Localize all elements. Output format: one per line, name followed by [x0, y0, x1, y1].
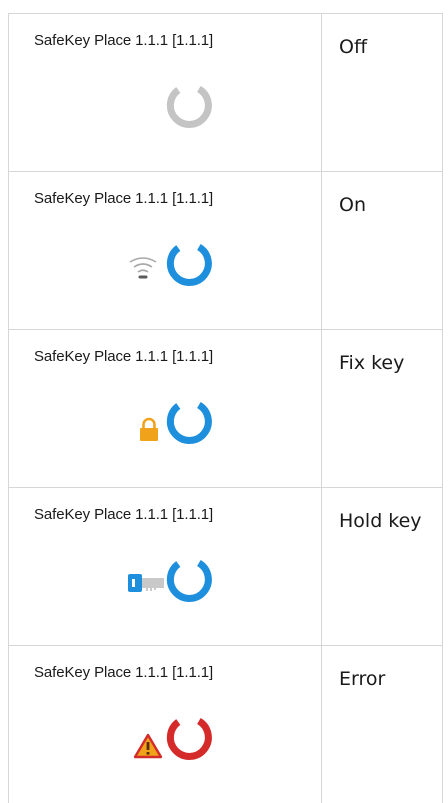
wifi-icon: [127, 250, 159, 284]
state-label: On: [339, 194, 366, 216]
state-label: Off: [339, 36, 367, 58]
state-table: SafeKey Place 1.1.1 [1.1.1] Off SafeKey …: [8, 13, 443, 803]
state-cell: Hold key: [322, 488, 443, 646]
ring-holdkey-icon: [164, 555, 214, 605]
device-icon-cell: SafeKey Place 1.1.1 [1.1.1]: [9, 172, 322, 330]
device-icon-cell: SafeKey Place 1.1.1 [1.1.1]: [9, 14, 322, 172]
ring-off-icon: [164, 81, 214, 131]
state-label: Fix key: [339, 352, 404, 374]
table-row: SafeKey Place 1.1.1 [1.1.1] Fix key: [9, 330, 443, 488]
warning-icon: [133, 733, 163, 759]
device-label: SafeKey Place 1.1.1 [1.1.1]: [34, 32, 213, 49]
key-icon: [127, 573, 165, 593]
device-label: SafeKey Place 1.1.1 [1.1.1]: [34, 348, 213, 365]
device-icon-cell: SafeKey Place 1.1.1 [1.1.1]: [9, 488, 322, 646]
ring-error-icon: [164, 713, 214, 763]
state-label: Error: [339, 668, 385, 690]
table-row: SafeKey Place 1.1.1 [1.1.1] Off: [9, 14, 443, 172]
state-cell: Error: [322, 646, 443, 803]
device-icon-cell: SafeKey Place 1.1.1 [1.1.1]: [9, 646, 322, 803]
ring-fixkey-icon: [164, 397, 214, 447]
device-icon-cell: SafeKey Place 1.1.1 [1.1.1]: [9, 330, 322, 488]
device-label: SafeKey Place 1.1.1 [1.1.1]: [34, 190, 213, 207]
table-row: SafeKey Place 1.1.1 [1.1.1] Error: [9, 646, 443, 803]
state-cell: Fix key: [322, 330, 443, 488]
ring-on-icon: [164, 239, 214, 289]
table-row: SafeKey Place 1.1.1 [1.1.1] On: [9, 172, 443, 330]
state-cell: On: [322, 172, 443, 330]
device-label: SafeKey Place 1.1.1 [1.1.1]: [34, 664, 213, 681]
lock-icon: [136, 416, 162, 442]
state-cell: Off: [322, 14, 443, 172]
device-label: SafeKey Place 1.1.1 [1.1.1]: [34, 506, 213, 523]
table-row: SafeKey Place 1.1.1 [1.1.1] Hold key: [9, 488, 443, 646]
state-label: Hold key: [339, 510, 422, 532]
